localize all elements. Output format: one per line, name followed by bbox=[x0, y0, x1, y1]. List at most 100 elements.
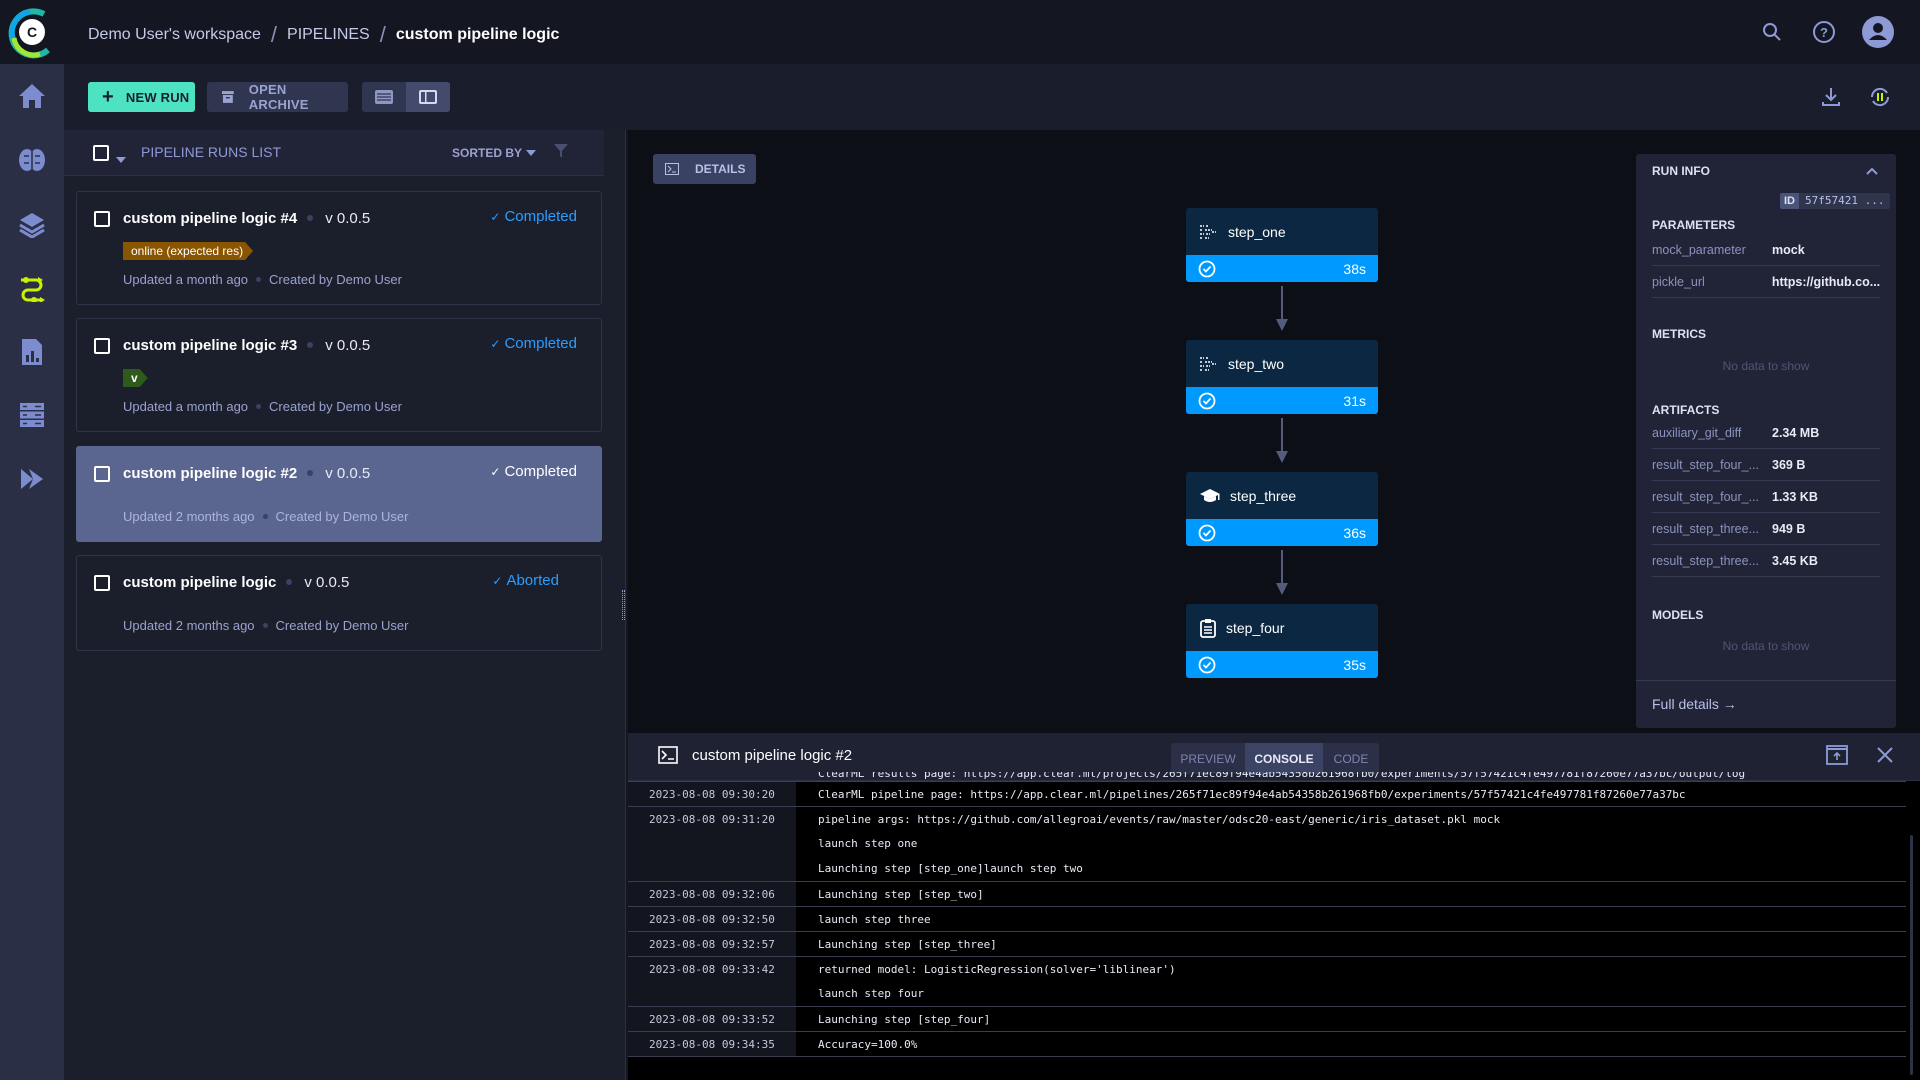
run-card[interactable]: custom pipeline logic #3 v 0.0.5 ✓ Complet… bbox=[76, 318, 602, 432]
open-archive-button[interactable]: OPEN ARCHIVE bbox=[207, 82, 348, 112]
list-view-icon bbox=[375, 90, 393, 104]
close-icon[interactable] bbox=[1876, 746, 1894, 769]
breadcrumb-current: custom pipeline logic bbox=[395, 26, 560, 43]
sort-by-dropdown[interactable]: SORTED BY bbox=[452, 146, 537, 160]
home-icon[interactable] bbox=[16, 80, 48, 112]
log-message: pipeline args: https://github.com/allegr… bbox=[818, 813, 1501, 826]
log-message: launch step four bbox=[818, 987, 924, 1000]
artifact-row[interactable]: result_step_three... 3.45 KB bbox=[1652, 545, 1880, 577]
run-title: custom pipeline logic #2 bbox=[123, 465, 298, 482]
artifact-row[interactable]: result_step_four_... 369 B bbox=[1652, 449, 1880, 481]
breadcrumb-separator: / bbox=[270, 22, 278, 47]
data-processing-icon bbox=[1200, 224, 1216, 239]
breadcrumb-pipelines[interactable]: PIPELINES bbox=[287, 26, 370, 44]
terminal-icon bbox=[665, 163, 679, 175]
run-created-by: Created by Demo User bbox=[275, 618, 409, 633]
run-card-selected[interactable]: custom pipeline logic #2 v 0.0.5 ✓ Complet… bbox=[76, 446, 602, 542]
auto-refresh-icon[interactable] bbox=[1868, 85, 1892, 114]
run-updated: Updated 2 months ago bbox=[123, 509, 255, 524]
svg-text:?: ? bbox=[1820, 25, 1828, 40]
console-scrollbar[interactable] bbox=[1910, 835, 1913, 1075]
dag-node-step-three[interactable]: step_three 36s bbox=[1186, 472, 1378, 546]
log-timestamp bbox=[628, 831, 796, 856]
run-id-copy[interactable]: ID 57f57421 ... bbox=[1780, 193, 1891, 209]
node-name: step_two bbox=[1228, 355, 1285, 372]
run-status: ✓ Completed bbox=[490, 335, 577, 352]
dag-node-step-one[interactable]: step_one 38s bbox=[1186, 208, 1378, 282]
node-duration: 38s bbox=[1343, 260, 1366, 277]
node-name: step_three bbox=[1230, 487, 1297, 504]
user-avatar[interactable] bbox=[1862, 16, 1894, 53]
run-created-by: Created by Demo User bbox=[269, 272, 402, 287]
breadcrumb-separator: / bbox=[379, 22, 386, 47]
table-view-button[interactable] bbox=[362, 82, 406, 112]
breadcrumb-workspace[interactable]: Demo User's workspace bbox=[88, 26, 261, 44]
full-details-link[interactable]: Full details → bbox=[1652, 696, 1737, 712]
metrics-heading: METRICS bbox=[1652, 327, 1706, 341]
tab-console[interactable]: CONSOLE bbox=[1245, 743, 1323, 774]
dag-node-step-two[interactable]: step_two 31s bbox=[1186, 340, 1378, 414]
terminal-icon bbox=[658, 746, 678, 764]
run-info-title: RUN INFO bbox=[1652, 164, 1710, 178]
log-timestamp: 2023-08-08 09:32:06 bbox=[628, 882, 796, 906]
datasets-icon[interactable] bbox=[16, 399, 48, 431]
run-updated: Updated a month ago bbox=[123, 272, 249, 287]
run-checkbox[interactable] bbox=[94, 211, 110, 227]
plus-icon: + bbox=[102, 86, 114, 108]
maximize-icon[interactable] bbox=[1826, 745, 1848, 770]
details-button[interactable]: DETAILS bbox=[653, 154, 756, 184]
log-row: Launching step [step_one]launch step two bbox=[628, 856, 1906, 881]
log-timestamp: 2023-08-08 09:34:35 bbox=[628, 1032, 796, 1056]
download-icon[interactable] bbox=[1820, 86, 1842, 113]
select-menu-caret-icon[interactable] bbox=[116, 150, 126, 168]
layers-icon[interactable] bbox=[16, 208, 48, 240]
log-timestamp: 2023-08-08 09:30:20 bbox=[628, 782, 796, 806]
log-message: returned model: LogisticRegression(solve… bbox=[818, 963, 1176, 976]
check-circle-icon bbox=[1198, 260, 1216, 277]
metrics-empty: No data to show bbox=[1722, 359, 1810, 373]
log-timestamp: 2023-08-08 09:31:20 bbox=[628, 807, 796, 831]
log-message: Launching step [step_two] bbox=[818, 888, 984, 901]
log-row: 2023-08-08 09:30:20 ClearML pipeline page… bbox=[628, 781, 1906, 806]
panel-resize-handle[interactable] bbox=[622, 130, 626, 1080]
run-id-value: 57f57421 ... bbox=[1799, 193, 1891, 209]
dag-node-step-four[interactable]: step_four 35s bbox=[1186, 604, 1378, 678]
artifacts-heading: ARTIFACTS bbox=[1652, 403, 1720, 417]
run-card[interactable]: custom pipeline logic v 0.0.5 ✓ Aborted Up… bbox=[76, 555, 602, 651]
sidebar bbox=[0, 64, 64, 1080]
run-checkbox[interactable] bbox=[94, 575, 110, 591]
new-run-button[interactable]: + NEW RUN bbox=[88, 82, 195, 112]
run-status: ✓ Completed bbox=[490, 208, 577, 225]
run-updated: Updated 2 months ago bbox=[123, 618, 255, 633]
log-row: 2023-08-08 09:34:35 Accuracy=100.0% bbox=[628, 1031, 1906, 1056]
search-icon[interactable] bbox=[1760, 20, 1784, 49]
brain-icon[interactable] bbox=[16, 144, 48, 176]
reports-icon[interactable] bbox=[16, 336, 48, 368]
log-message: Launching step [step_three] bbox=[818, 938, 997, 951]
parameter-row: mock_parameter mock bbox=[1652, 234, 1880, 266]
tab-preview[interactable]: PREVIEW bbox=[1171, 743, 1245, 774]
run-checkbox[interactable] bbox=[94, 466, 110, 482]
artifact-row[interactable]: auxiliary_git_diff 2.34 MB bbox=[1652, 417, 1880, 449]
svg-text:C: C bbox=[27, 24, 37, 40]
run-title: custom pipeline logic bbox=[123, 574, 277, 591]
pipelines-icon[interactable] bbox=[16, 272, 48, 304]
log-timestamp: 2023-08-08 09:33:42 bbox=[628, 957, 796, 981]
run-card[interactable]: custom pipeline logic #4 v 0.0.5 ✓ Complet… bbox=[76, 191, 602, 305]
clearml-logo[interactable]: C bbox=[0, 0, 64, 64]
run-title: custom pipeline logic #3 bbox=[123, 337, 298, 354]
artifact-row[interactable]: result_step_three... 949 B bbox=[1652, 513, 1880, 545]
select-all-checkbox[interactable] bbox=[93, 145, 109, 161]
details-view-button[interactable] bbox=[406, 82, 450, 112]
filter-icon[interactable] bbox=[554, 144, 568, 163]
collapse-chevron-icon[interactable] bbox=[1866, 162, 1878, 180]
run-status: ✓ Completed bbox=[490, 463, 577, 480]
run-updated: Updated a month ago bbox=[123, 399, 249, 414]
details-view-icon bbox=[419, 90, 437, 104]
run-checkbox[interactable] bbox=[94, 338, 110, 354]
artifact-row[interactable]: result_step_four_... 1.33 KB bbox=[1652, 481, 1880, 513]
help-icon[interactable]: ? bbox=[1811, 19, 1837, 50]
orchestration-icon[interactable] bbox=[16, 463, 48, 495]
tab-code[interactable]: CODE bbox=[1323, 743, 1379, 774]
run-version: v 0.0.5 bbox=[325, 337, 371, 354]
